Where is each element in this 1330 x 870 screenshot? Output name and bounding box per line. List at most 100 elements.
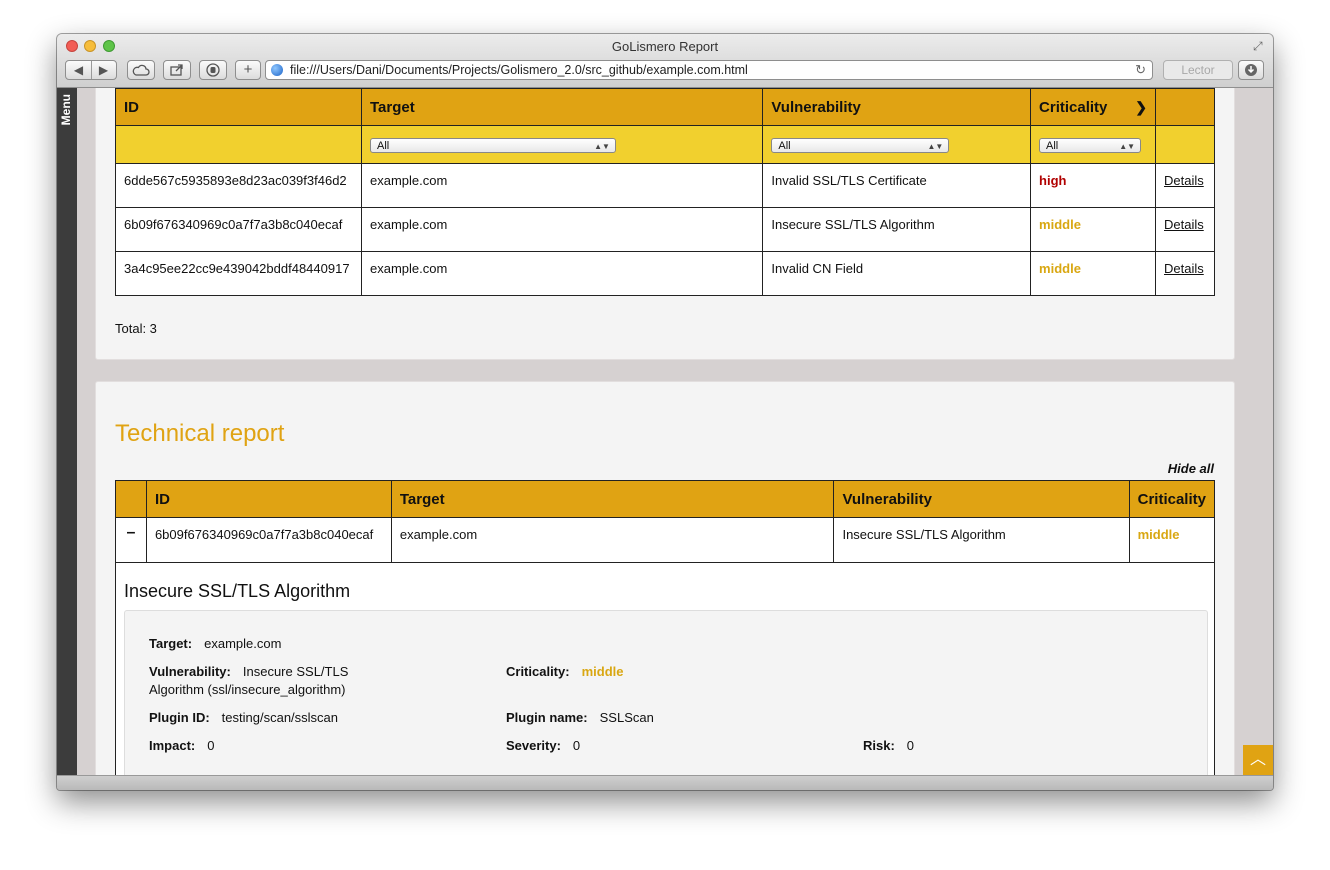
- detail-severity-value: 0: [572, 738, 581, 753]
- target-filter-select[interactable]: All ▲▼: [369, 137, 616, 153]
- table-row: – 6b09f676340969c0a7f7a3b8c040ecaf examp…: [115, 517, 1216, 563]
- scroll-to-top-button[interactable]: ︿: [1243, 745, 1273, 775]
- column-header-toggle: [115, 480, 147, 518]
- hide-all-link[interactable]: Hide all: [1168, 461, 1214, 476]
- total-count: Total: 3: [115, 321, 157, 336]
- detail-plugin-name: Plugin name: SSLScan: [506, 709, 654, 727]
- technical-report-panel: Technical report Hide all ID Target Vuln…: [95, 381, 1235, 776]
- detail-risk: Risk: 0: [863, 737, 914, 755]
- reader-button[interactable]: Lector: [1163, 60, 1233, 80]
- cell-criticality: middle: [1030, 207, 1156, 252]
- cell-details: Details: [1155, 251, 1215, 296]
- back-forward-buttons: ◀ ▶: [65, 60, 117, 80]
- block-button[interactable]: [199, 60, 227, 80]
- column-header-target[interactable]: Target: [360, 88, 764, 126]
- vulnerabilities-table: ID Target Vulnerability Criticality ❯ All…: [115, 88, 1215, 296]
- details-link[interactable]: Details: [1164, 173, 1204, 188]
- detail-box: Target: example.com Vulnerability: Insecur…: [124, 610, 1208, 776]
- detail-target-value: example.com: [204, 636, 282, 651]
- cell-target: example.com: [390, 517, 835, 563]
- forward-button[interactable]: ▶: [91, 61, 116, 79]
- details-link[interactable]: Details: [1164, 261, 1204, 276]
- technical-report-table: ID Target Vulnerability Criticality – 6b…: [115, 480, 1216, 563]
- cell-vulnerability: Insecure SSL/TLS Algorithm: [762, 207, 1032, 252]
- vulnerability-detail: Insecure SSL/TLS Algorithm Target: exampl…: [115, 563, 1215, 776]
- cell-criticality: high: [1030, 163, 1156, 208]
- details-link[interactable]: Details: [1164, 217, 1204, 232]
- column-header-criticality[interactable]: Criticality: [1128, 480, 1216, 518]
- divider: [91, 61, 92, 79]
- select-arrows-icon: ▲▼: [594, 141, 610, 151]
- download-icon: [1245, 64, 1257, 76]
- detail-target: Target: example.com: [149, 635, 281, 653]
- cell-vulnerability: Invalid SSL/TLS Certificate: [762, 163, 1032, 208]
- column-header-vulnerability[interactable]: Vulnerability: [833, 480, 1130, 518]
- share-button[interactable]: [163, 60, 191, 80]
- collapse-toggle[interactable]: –: [115, 517, 147, 563]
- criticality-header-label: Criticality: [1039, 98, 1108, 116]
- sort-chevron-down-icon[interactable]: ❯: [1135, 99, 1147, 116]
- reload-icon[interactable]: ↻: [1135, 61, 1146, 79]
- fullscreen-icon[interactable]: ⤢: [1253, 39, 1267, 53]
- detail-risk-label: Risk:: [863, 738, 895, 753]
- column-header-details: [1155, 88, 1215, 126]
- window-bottom-bar: [57, 775, 1273, 790]
- column-header-criticality[interactable]: Criticality ❯: [1030, 88, 1156, 126]
- detail-plugin-name-label: Plugin name:: [506, 710, 588, 725]
- menu-label: Menu: [59, 94, 73, 126]
- column-header-id[interactable]: ID: [145, 480, 392, 518]
- column-header-target[interactable]: Target: [390, 480, 835, 518]
- column-header-id[interactable]: ID: [115, 88, 362, 126]
- side-menu-tab[interactable]: Menu: [57, 88, 77, 776]
- filter-cell-id: [115, 125, 362, 164]
- table-row: 6dde567c5935893e8d23ac039f3f46d2 example…: [115, 163, 1215, 208]
- section-title: Technical report: [115, 420, 285, 447]
- detail-vulnerability-label: Vulnerability:: [149, 664, 231, 679]
- vulnerabilities-panel: ID Target Vulnerability Criticality ❯ All…: [95, 88, 1235, 360]
- globe-icon: [271, 64, 283, 76]
- url-text[interactable]: file:///Users/Dani/Documents/Projects/Go…: [290, 61, 748, 79]
- detail-vulnerability: Vulnerability: Insecure SSL/TLS Algorithm…: [149, 663, 389, 699]
- table-row: 3a4c95ee22cc9e439042bddf48440917 example…: [115, 251, 1215, 296]
- detail-plugin-id-value: testing/scan/sslscan: [221, 710, 339, 725]
- page-content: Menu ID Target Vulnerability Criticality…: [57, 88, 1273, 776]
- cell-target: example.com: [360, 207, 764, 252]
- detail-criticality-value: middle: [581, 664, 624, 679]
- column-header-vulnerability[interactable]: Vulnerability: [762, 88, 1032, 126]
- detail-plugin-name-value: SSLScan: [599, 710, 654, 725]
- vulnerability-filter-select[interactable]: All ▲▼: [771, 137, 950, 153]
- detail-risk-value: 0: [906, 738, 915, 753]
- cell-id: 6b09f676340969c0a7f7a3b8c040ecaf: [145, 517, 392, 563]
- detail-criticality: Criticality: middle: [506, 663, 623, 681]
- cell-details: Details: [1155, 163, 1215, 208]
- detail-title: Insecure SSL/TLS Algorithm: [124, 581, 351, 601]
- cell-id: 3a4c95ee22cc9e439042bddf48440917: [115, 251, 362, 296]
- downloads-button[interactable]: [1238, 60, 1264, 80]
- chevron-up-icon: ︿: [1249, 751, 1266, 768]
- vulnerability-filter-value: All: [778, 139, 791, 152]
- filter-cell-details: [1155, 125, 1215, 164]
- filter-row: All ▲▼ All ▲▼ All ▲▼: [115, 125, 1215, 164]
- detail-plugin-id-label: Plugin ID:: [149, 710, 210, 725]
- cell-criticality: middle: [1128, 517, 1216, 563]
- criticality-filter-select[interactable]: All ▲▼: [1039, 137, 1142, 153]
- detail-criticality-label: Criticality:: [506, 664, 570, 679]
- detail-impact-value: 0: [207, 738, 215, 753]
- window-title: GoLismero Report: [611, 39, 719, 54]
- criticality-filter-value: All: [1046, 139, 1059, 152]
- icloud-tabs-button[interactable]: [127, 60, 155, 80]
- cell-vulnerability: Invalid CN Field: [762, 251, 1032, 296]
- detail-plugin-id: Plugin ID: testing/scan/sslscan: [149, 709, 338, 727]
- filter-cell-target: All ▲▼: [360, 125, 764, 164]
- table-row: 6b09f676340969c0a7f7a3b8c040ecaf example…: [115, 207, 1215, 252]
- detail-target-label: Target:: [149, 636, 193, 651]
- title-bar: GoLismero Report ⤢ ◀ ▶ + file:///Users/Da…: [57, 34, 1273, 88]
- back-button[interactable]: ◀: [66, 61, 91, 79]
- hand-icon: [206, 63, 220, 77]
- filter-cell-vulnerability: All ▲▼: [762, 125, 1032, 164]
- detail-impact: Impact: 0: [149, 737, 214, 755]
- share-icon: [170, 64, 183, 76]
- new-tab-button[interactable]: +: [235, 60, 261, 80]
- detail-severity: Severity: 0: [506, 737, 580, 755]
- address-bar[interactable]: file:///Users/Dani/Documents/Projects/Go…: [265, 60, 1153, 80]
